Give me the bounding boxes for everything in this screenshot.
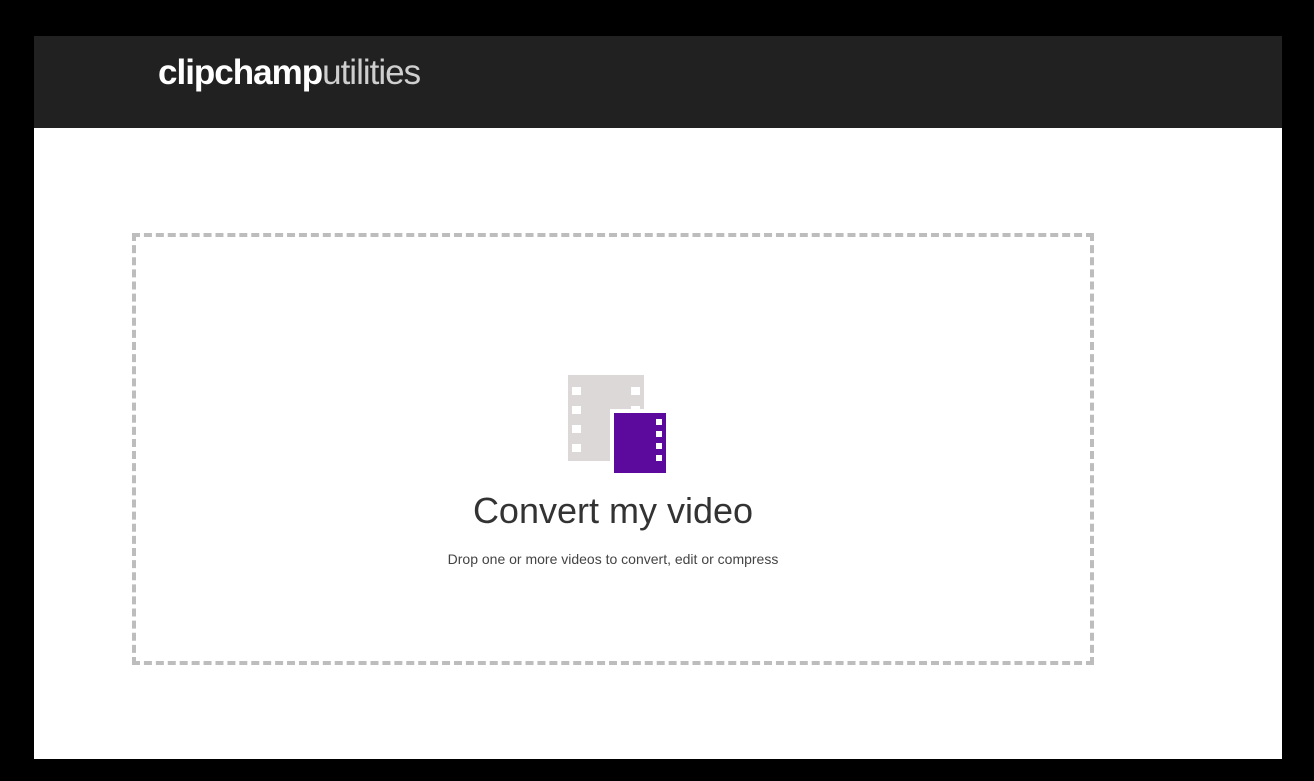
dropzone-subtitle: Drop one or more videos to convert, edit… bbox=[447, 551, 779, 567]
film-icon bbox=[568, 375, 668, 475]
video-drop-zone[interactable]: Convert my video Drop one or more videos… bbox=[132, 233, 1094, 665]
clipchamp-logo[interactable]: clipchamputilities bbox=[158, 51, 421, 95]
dropzone-title: Convert my video bbox=[472, 490, 754, 531]
top-bar: clipchamputilities bbox=[34, 36, 1282, 128]
logo-text-bold: clipchamp bbox=[158, 53, 323, 92]
logo-text-light: utilities bbox=[322, 53, 421, 92]
app-window: clipchamputilities Convert my video Drop… bbox=[34, 36, 1282, 759]
